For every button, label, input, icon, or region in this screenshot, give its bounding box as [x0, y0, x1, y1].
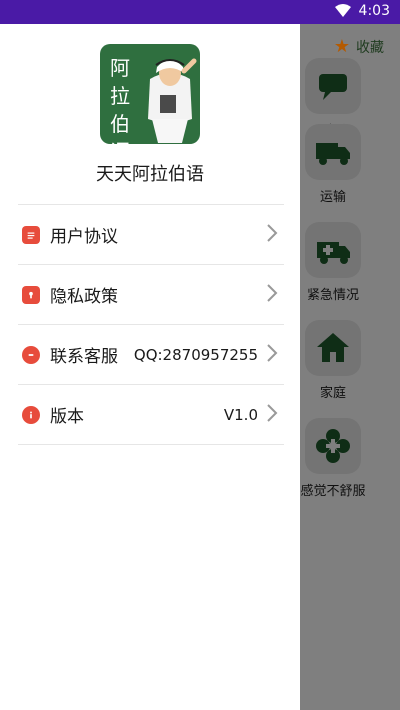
- status-time: 4:03: [358, 3, 390, 19]
- star-icon: ★: [333, 36, 350, 57]
- menu-item-label: 用户协议: [50, 227, 118, 247]
- chevron-right-icon: [267, 224, 278, 242]
- document-icon: [22, 225, 40, 244]
- menu-item-version[interactable]: 版本 V1.0: [18, 385, 284, 445]
- menu-item-user-agreement[interactable]: 用户协议: [18, 205, 284, 265]
- mascot-icon: [148, 58, 197, 143]
- menu-item-label: 隐私政策: [50, 287, 118, 307]
- status-bar: 4:03: [0, 0, 400, 24]
- favorites-label: 收藏: [356, 40, 384, 56]
- chat-bubble-icon: [22, 345, 40, 364]
- logo-text: 阿 拉 伯 语: [110, 56, 130, 144]
- version-value: V1.0: [223, 405, 258, 424]
- app-name: 天天阿拉伯语: [96, 164, 204, 185]
- menu-item-label: 版本: [50, 407, 84, 427]
- favorites-button[interactable]: ★ 收藏: [334, 37, 384, 57]
- chevron-right-icon: [267, 344, 278, 362]
- menu-item-label: 联系客服: [50, 347, 118, 367]
- app-logo: 阿 拉 伯 语: [100, 44, 200, 144]
- menu-item-privacy-policy[interactable]: 隐私政策: [18, 265, 284, 325]
- keyhole-icon: [22, 285, 40, 304]
- qq-contact: QQ:2870957255: [133, 345, 258, 364]
- wifi-icon: [334, 4, 351, 17]
- navigation-drawer: 阿 拉 伯 语 天天阿拉伯语 用户协议: [0, 24, 300, 710]
- info-icon: [22, 405, 40, 424]
- chevron-right-icon: [267, 284, 278, 302]
- drawer-menu: 用户协议 隐私政策 联系客服 QQ:2870957255 版本 V1.0: [18, 204, 284, 445]
- chevron-right-icon: [267, 404, 278, 422]
- menu-item-customer-service[interactable]: 联系客服 QQ:2870957255: [18, 325, 284, 385]
